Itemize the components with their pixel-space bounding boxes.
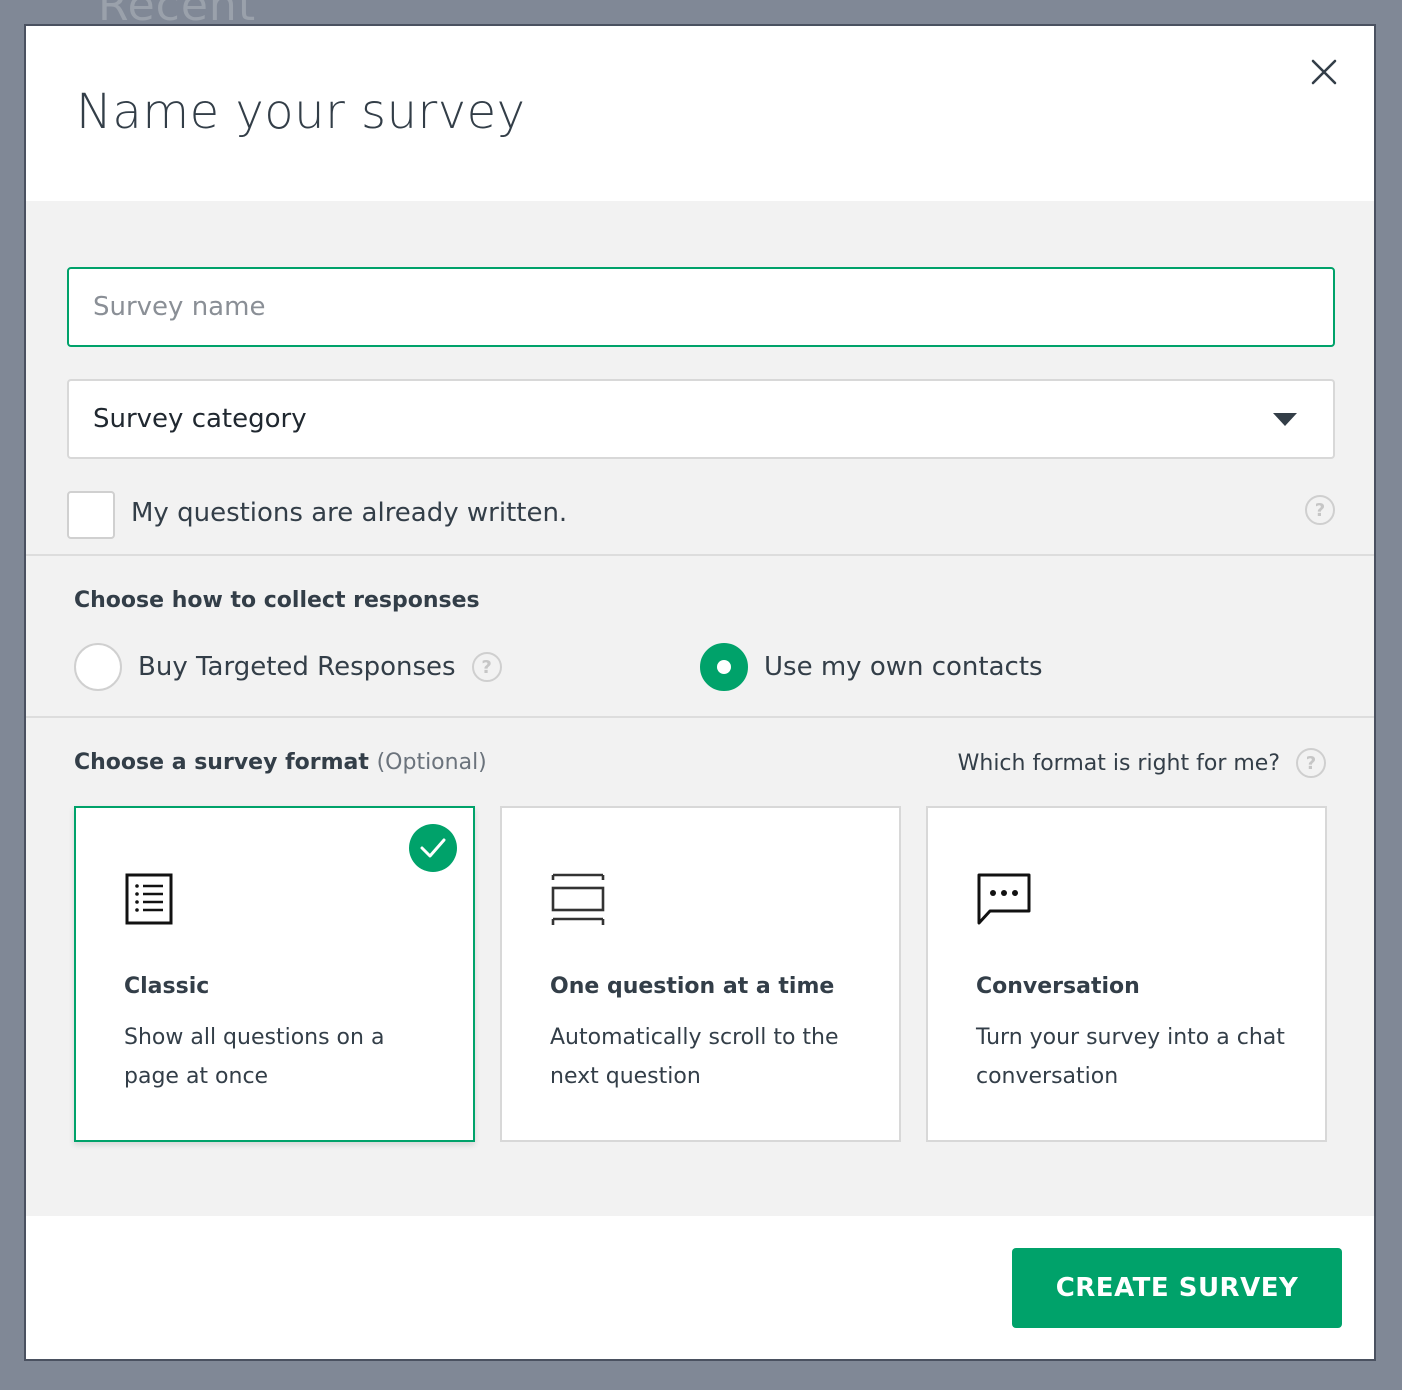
questions-written-label[interactable]: My questions are already written. <box>131 498 567 528</box>
chat-bubble-icon <box>977 873 1031 925</box>
buy-targeted-responses-label: Buy Targeted Responses <box>138 652 456 682</box>
survey-name-input[interactable] <box>67 267 1335 347</box>
use-own-contacts-option[interactable]: Use my own contacts <box>700 642 1043 692</box>
close-icon <box>1311 59 1337 85</box>
format-card-conversation[interactable]: Conversation Turn your survey into a cha… <box>926 806 1327 1142</box>
survey-format-section: Choose a survey format (Optional) Which … <box>26 718 1374 1216</box>
format-card-one-question[interactable]: One question at a time Automatically scr… <box>500 806 901 1142</box>
optional-label: (Optional) <box>376 750 487 775</box>
create-survey-button[interactable]: CREATE SURVEY <box>1012 1248 1342 1328</box>
name-survey-modal: Name your survey Survey category My ques… <box>24 24 1376 1361</box>
list-document-icon <box>125 873 173 925</box>
questions-written-checkbox[interactable] <box>67 491 115 539</box>
format-card-title: One question at a time <box>550 974 835 999</box>
buy-targeted-responses-option[interactable]: Buy Targeted Responses ? <box>74 642 502 692</box>
format-help-link[interactable]: Which format is right for me? ? <box>958 748 1326 778</box>
format-card-classic[interactable]: Classic Show all questions on a page at … <box>74 806 475 1142</box>
collect-responses-title: Choose how to collect responses <box>74 588 480 613</box>
stacked-rows-icon <box>551 873 605 925</box>
format-help-text: Which format is right for me? <box>957 750 1280 776</box>
format-card-title: Classic <box>124 974 210 999</box>
survey-category-label: Survey category <box>93 404 307 434</box>
close-button[interactable] <box>1304 52 1344 92</box>
survey-category-select[interactable]: Survey category <box>67 379 1335 459</box>
survey-details-section: Survey category My questions are already… <box>26 201 1374 556</box>
modal-body: Survey category My questions are already… <box>26 201 1374 1216</box>
modal-footer: CREATE SURVEY <box>26 1216 1374 1359</box>
format-card-description: Show all questions on a page at once <box>124 1025 385 1089</box>
checkmark-icon <box>409 824 457 872</box>
modal-title: Name your survey <box>76 84 526 140</box>
question-mark-icon[interactable]: ? <box>471 652 502 682</box>
survey-format-title: Choose a survey format (Optional) <box>74 750 487 775</box>
format-card-title: Conversation <box>976 974 1140 999</box>
use-own-contacts-label: Use my own contacts <box>764 652 1043 682</box>
modal-header: Name your survey <box>26 26 1374 201</box>
survey-format-title-text: Choose a survey format <box>74 750 369 775</box>
questions-written-row: My questions are already written. ? <box>67 491 1335 539</box>
format-card-description: Automatically scroll to the next questio… <box>550 1025 839 1089</box>
collect-responses-section: Choose how to collect responses Buy Targ… <box>26 556 1374 718</box>
question-mark-icon[interactable]: ? <box>1305 495 1335 525</box>
buy-targeted-responses-radio[interactable] <box>74 643 122 691</box>
question-mark-icon: ? <box>1296 748 1326 778</box>
use-own-contacts-radio[interactable] <box>700 643 748 691</box>
format-card-description: Turn your survey into a chat conversatio… <box>976 1025 1285 1089</box>
caret-down-icon <box>1273 413 1297 426</box>
